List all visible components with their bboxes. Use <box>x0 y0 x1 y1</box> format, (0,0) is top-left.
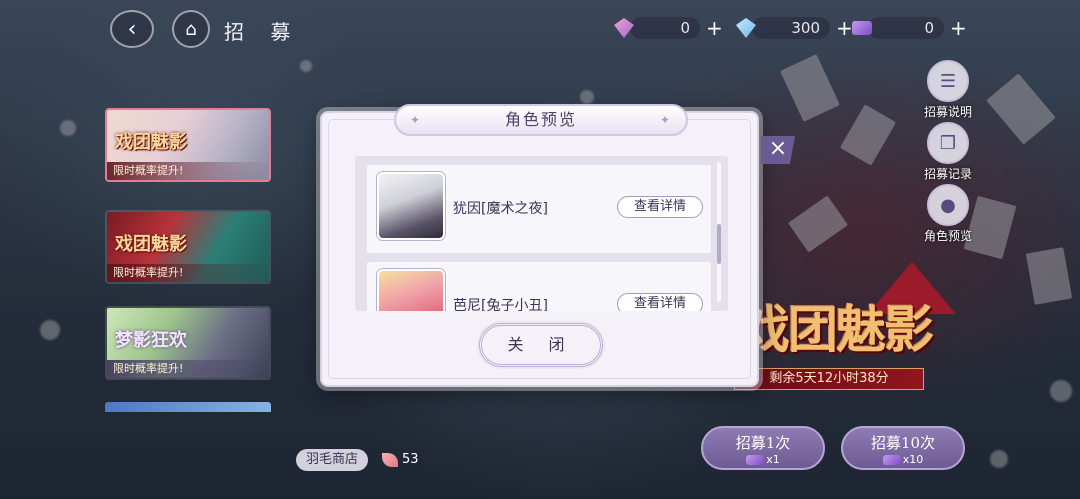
recruit-ten-button[interactable]: 招募10次 x10 <box>841 426 965 470</box>
clipboard-icon: ☰ <box>927 60 969 102</box>
currency-ticket: 0 + <box>852 16 967 40</box>
recruit-info-button[interactable]: ☰ 招募说明 <box>918 60 978 120</box>
banner-item[interactable]: 梦影狂欢 限时概率提升! <box>105 306 271 380</box>
recruit-record-button[interactable]: ❒ 招募记录 <box>918 122 978 182</box>
banner-logo: 戏团魅影 <box>115 132 187 153</box>
list-item: 犹因[魔术之夜] 查看详情 <box>367 165 711 253</box>
recruit-once-cost-value: x1 <box>766 453 780 466</box>
feather-count-value: 53 <box>402 452 419 467</box>
add-ticket-button[interactable]: + <box>950 16 967 40</box>
side-button-label: 招募记录 <box>923 167 972 181</box>
banner-tag: 限时概率提升! <box>107 264 269 282</box>
close-button[interactable]: 关 闭 <box>479 323 603 367</box>
add-blue-diamond-button[interactable]: + <box>836 16 853 40</box>
sparkle-icon: ✦ <box>659 113 672 127</box>
recruit-ten-label: 招募10次 <box>870 434 936 452</box>
banner-item[interactable]: 戏团魅影 限时概率提升! <box>105 108 271 182</box>
banner-logo: 梦影狂欢 <box>115 330 187 351</box>
banner-item-partial[interactable] <box>105 402 271 412</box>
banner-tag: 限时概率提升! <box>107 162 269 180</box>
banner-tag: 限时概率提升! <box>107 360 269 378</box>
tent-home-icon: ⌂ <box>185 18 197 40</box>
character-avatar <box>377 269 445 311</box>
dialog-title-bar: ✦ 角色预览 ✦ <box>394 104 688 136</box>
sparkle-icon: ✦ <box>410 113 423 127</box>
view-details-button[interactable]: 查看详情 <box>617 196 703 218</box>
currency-pink-gem: 0 + <box>614 16 723 40</box>
recruit-once-button[interactable]: 招募1次 x1 <box>701 426 825 470</box>
banner-logo: 戏团魅影 <box>115 234 187 255</box>
currency-blue-diamond: 300 + <box>736 16 853 40</box>
recruit-once-cost: x1 <box>703 453 823 466</box>
character-name: 芭尼[兔子小丑] <box>453 298 548 311</box>
dialog-title: 角色预览 <box>504 110 577 129</box>
side-button-label: 招募说明 <box>923 105 972 119</box>
home-button[interactable]: ⌂ <box>172 10 210 48</box>
character-name: 犹因[魔术之夜] <box>453 201 548 217</box>
character-list[interactable]: 犹因[魔术之夜] 查看详情 芭尼[兔子小丑] 查看详情 <box>355 156 728 311</box>
list-scrollbar[interactable] <box>717 162 721 302</box>
recruit-ten-cost: x10 <box>843 453 963 466</box>
event-countdown: 剩余5天12小时38分 <box>734 368 924 390</box>
side-button-label: 角色预览 <box>923 229 972 243</box>
currency-value: 0 <box>630 17 700 39</box>
page-title: 招 募 <box>224 20 301 44</box>
recruit-ticket-icon <box>852 21 872 35</box>
event-logo: 戏团魅影 <box>740 300 934 359</box>
character-avatar <box>377 172 445 240</box>
feather-shop-button[interactable]: 羽毛商店 <box>296 449 369 471</box>
feather-count: 53 <box>382 449 419 471</box>
banner-item[interactable]: 戏团魅影 限时概率提升! <box>105 210 271 284</box>
recruit-ticket-icon <box>882 454 901 465</box>
recruit-once-label: 招募1次 <box>735 434 791 452</box>
recruit-ticket-icon <box>746 454 765 465</box>
back-button[interactable]: ‹ <box>110 10 154 48</box>
currency-value: 0 <box>868 17 944 39</box>
cards-icon: ❒ <box>927 122 969 164</box>
currency-value: 300 <box>752 17 830 39</box>
recruit-ten-cost-value: x10 <box>902 453 924 466</box>
view-details-button[interactable]: 查看详情 <box>617 293 703 311</box>
list-item: 芭尼[兔子小丑] 查看详情 <box>367 262 711 311</box>
character-preview-button[interactable]: ● 角色预览 <box>918 184 978 244</box>
feather-icon <box>382 453 398 467</box>
close-icon[interactable]: × <box>761 136 795 164</box>
back-arrow-icon: ‹ <box>127 16 137 42</box>
add-pink-gem-button[interactable]: + <box>706 16 723 40</box>
character-preview-dialog: ✦ 角色预览 ✦ × 犹因[魔术之夜] 查看详情 芭尼[兔子小丑] 查看详情 关… <box>320 104 795 387</box>
scrollbar-thumb[interactable] <box>717 224 721 264</box>
person-icon: ● <box>927 184 969 226</box>
